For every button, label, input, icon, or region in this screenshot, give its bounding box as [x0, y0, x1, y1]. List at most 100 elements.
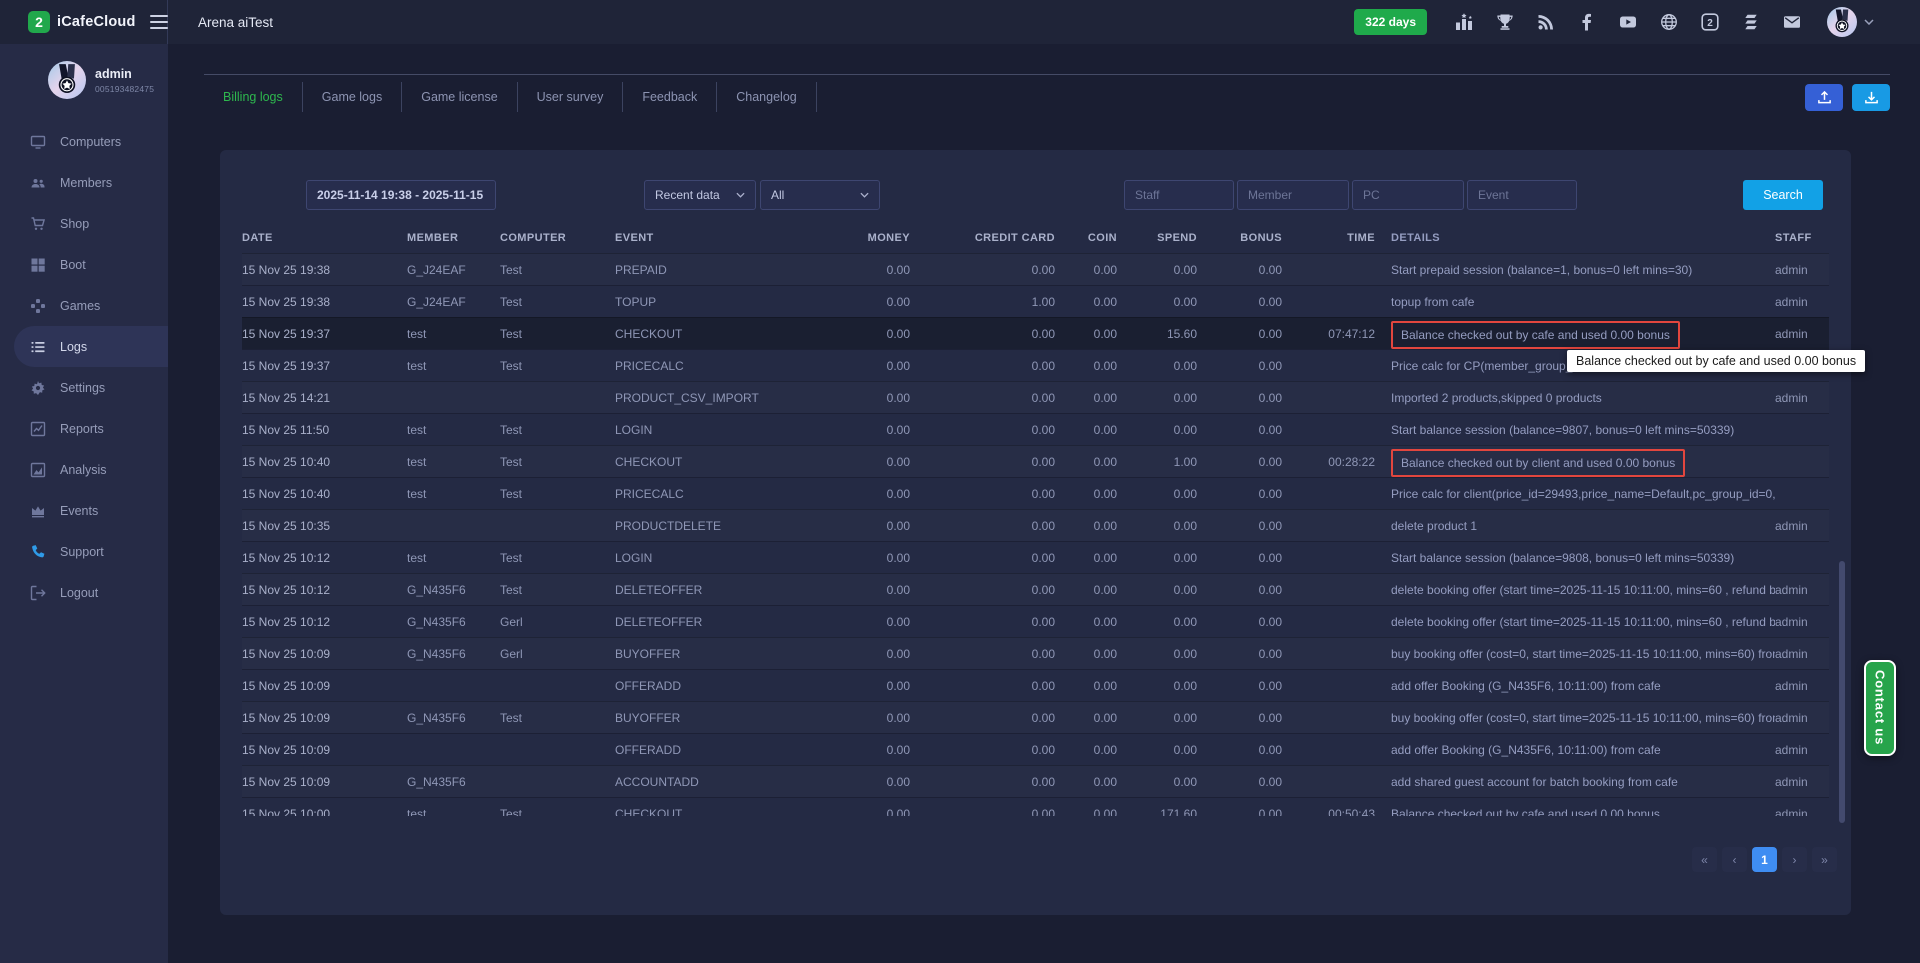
cell-date: 15 Nov 25 10:09	[242, 702, 407, 733]
cell-time: 07:47:12	[1282, 318, 1375, 349]
table-row[interactable]: 15 Nov 25 19:38G_J24EAFTestTOPUP0.001.00…	[242, 285, 1829, 317]
column-header-coin[interactable]: COIN	[1055, 223, 1117, 253]
license-days-badge[interactable]: 322 days	[1354, 9, 1427, 35]
sidebar-item-support[interactable]: Support	[0, 531, 168, 572]
sidebar-item-events[interactable]: Events	[0, 490, 168, 531]
cell-credit_card: 0.00	[910, 382, 1055, 413]
table-row[interactable]: 15 Nov 25 10:09OFFERADD0.000.000.000.000…	[242, 733, 1829, 765]
sidebar-item-reports[interactable]: Reports	[0, 408, 168, 449]
cell-credit_card: 0.00	[910, 670, 1055, 701]
column-header-date[interactable]: DATE	[242, 223, 407, 253]
cell-coin: 0.00	[1055, 766, 1117, 797]
sidebar-profile[interactable]: admin 005193482475	[0, 44, 168, 109]
contact-us-button[interactable]: Contact us	[1864, 660, 1896, 756]
pagination-nav[interactable]: «	[1692, 847, 1717, 872]
pagination-nav[interactable]: ›	[1782, 847, 1807, 872]
sidebar-item-games[interactable]: Games	[0, 285, 168, 326]
column-header-details[interactable]: DETAILS	[1375, 223, 1775, 253]
upload-button[interactable]	[1805, 84, 1843, 111]
sidebar-item-logout[interactable]: Logout	[0, 572, 168, 613]
sidebar-item-analysis[interactable]: Analysis	[0, 449, 168, 490]
cell-credit_card: 0.00	[910, 446, 1055, 477]
tab-changelog[interactable]: Changelog	[717, 82, 816, 112]
cell-details: Start balance session (balance=9807, bon…	[1375, 414, 1775, 445]
member-input[interactable]	[1237, 180, 1349, 210]
medal-icon	[48, 61, 86, 99]
cell-computer: Test	[500, 478, 615, 509]
table-row[interactable]: 15 Nov 25 19:37testTestCHECKOUT0.000.000…	[242, 317, 1829, 349]
column-header-spend[interactable]: SPEND	[1117, 223, 1197, 253]
cell-details: Balance checked out by cafe and used 0.0…	[1375, 318, 1775, 349]
rss-icon[interactable]	[1537, 13, 1555, 31]
table-row[interactable]: 15 Nov 25 10:09G_N435F6TestBUYOFFER0.000…	[242, 701, 1829, 733]
column-header-bonus[interactable]: BONUS	[1197, 223, 1282, 253]
pagination-nav[interactable]: »	[1812, 847, 1837, 872]
facebook-icon[interactable]	[1578, 13, 1596, 31]
cell-event: PRICECALC	[615, 350, 825, 381]
trophy-icon[interactable]	[1496, 13, 1514, 31]
pagination-page-1[interactable]: 1	[1752, 847, 1777, 872]
mail-icon[interactable]	[1783, 13, 1801, 31]
globe-icon[interactable]	[1660, 13, 1678, 31]
table-header: DATEMEMBERCOMPUTEREVENTMONEYCREDIT CARDC…	[242, 223, 1829, 253]
column-header-computer[interactable]: COMPUTER	[500, 223, 615, 253]
table-row[interactable]: 15 Nov 25 10:35PRODUCTDELETE0.000.000.00…	[242, 509, 1829, 541]
table-row[interactable]: 15 Nov 25 10:12G_N435F6GerlDELETEOFFER0.…	[242, 605, 1829, 637]
tab-game-logs[interactable]: Game logs	[303, 82, 402, 112]
tab-billing-logs[interactable]: Billing logs	[204, 82, 303, 112]
tab-user-survey[interactable]: User survey	[518, 82, 624, 112]
sidebar-item-members[interactable]: Members	[0, 162, 168, 203]
user-avatar[interactable]	[1827, 7, 1857, 37]
cell-spend: 0.00	[1117, 542, 1197, 573]
pagination-nav[interactable]: ‹	[1722, 847, 1747, 872]
cell-credit_card: 1.00	[910, 286, 1055, 317]
column-header-member[interactable]: MEMBER	[407, 223, 500, 253]
ranking-icon[interactable]	[1455, 13, 1473, 31]
icafecloud-logo-icon[interactable]: 2	[28, 11, 50, 33]
column-header-staff[interactable]: STAFF	[1775, 223, 1829, 253]
layers-icon[interactable]	[1742, 13, 1760, 31]
sidebar-item-logs[interactable]: Logs	[14, 326, 168, 367]
event-input[interactable]	[1467, 180, 1577, 210]
sidebar-item-label: Logout	[60, 586, 98, 600]
column-header-credit_card[interactable]: CREDIT CARD	[910, 223, 1055, 253]
staff-input[interactable]	[1124, 180, 1234, 210]
column-header-money[interactable]: MONEY	[825, 223, 910, 253]
chevron-down-icon[interactable]	[1864, 19, 1874, 25]
hamburger-menu-icon[interactable]	[150, 15, 168, 29]
scrollbar-thumb[interactable]	[1839, 561, 1845, 823]
column-header-time[interactable]: TIME	[1282, 223, 1375, 253]
table-row[interactable]: 15 Nov 25 11:50testTestLOGIN0.000.000.00…	[242, 413, 1829, 445]
cell-staff	[1775, 542, 1829, 573]
table-row[interactable]: 15 Nov 25 10:00testTestCHECKOUT0.000.000…	[242, 797, 1829, 816]
table-row[interactable]: 15 Nov 25 10:09G_N435F6ACCOUNTADD0.000.0…	[242, 765, 1829, 797]
pc-input[interactable]	[1352, 180, 1464, 210]
sidebar-item-boot[interactable]: Boot	[0, 244, 168, 285]
icafe-icon[interactable]: 2	[1701, 13, 1719, 31]
sidebar-item-shop[interactable]: Shop	[0, 203, 168, 244]
table-row[interactable]: 15 Nov 25 10:12testTestLOGIN0.000.000.00…	[242, 541, 1829, 573]
tab-game-license[interactable]: Game license	[402, 82, 517, 112]
download-button[interactable]	[1852, 84, 1890, 111]
cell-money: 0.00	[825, 478, 910, 509]
cell-coin: 0.00	[1055, 798, 1117, 816]
sidebar-item-computers[interactable]: Computers	[0, 121, 168, 162]
table-row[interactable]: 15 Nov 25 19:38G_J24EAFTestPREPAID0.000.…	[242, 253, 1829, 285]
date-range-input[interactable]	[306, 180, 496, 210]
table-row[interactable]: 15 Nov 25 10:40testTestPRICECALC0.000.00…	[242, 477, 1829, 509]
table-row[interactable]: 15 Nov 25 14:21PRODUCT_CSV_IMPORT0.000.0…	[242, 381, 1829, 413]
search-button[interactable]: Search	[1743, 180, 1823, 210]
cell-member: test	[407, 350, 500, 381]
cell-spend: 0.00	[1117, 350, 1197, 381]
table-row[interactable]: 15 Nov 25 10:09G_N435F6GerlBUYOFFER0.000…	[242, 637, 1829, 669]
table-row[interactable]: 15 Nov 25 10:40testTestCHECKOUT0.000.000…	[242, 445, 1829, 477]
cell-date: 15 Nov 25 10:40	[242, 446, 407, 477]
youtube-icon[interactable]	[1619, 13, 1637, 31]
table-row[interactable]: 15 Nov 25 10:12G_N435F6TestDELETEOFFER0.…	[242, 573, 1829, 605]
sidebar-item-settings[interactable]: Settings	[0, 367, 168, 408]
scope-select[interactable]: All	[760, 180, 880, 210]
data-source-select[interactable]: Recent data	[644, 180, 756, 210]
table-row[interactable]: 15 Nov 25 10:09OFFERADD0.000.000.000.000…	[242, 669, 1829, 701]
tab-feedback[interactable]: Feedback	[623, 82, 717, 112]
column-header-event[interactable]: EVENT	[615, 223, 825, 253]
